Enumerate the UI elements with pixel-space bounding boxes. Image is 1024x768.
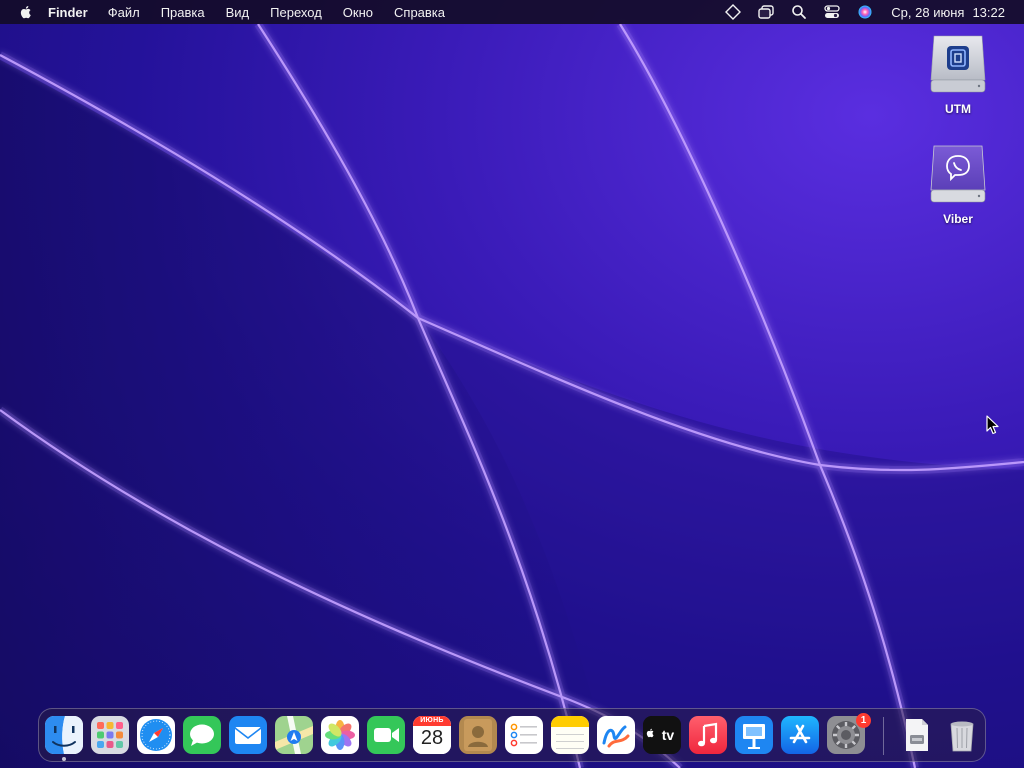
desktop-icon-label: UTM [945,102,971,116]
dock-maps[interactable] [275,716,313,754]
status-area: Ср, 28 июня 13:22 [724,0,1024,24]
dock-notes[interactable] [551,716,589,754]
calendar-day: 28 [420,727,444,749]
control-center-icon[interactable] [823,4,841,20]
photos-icon [321,716,359,754]
dock-app-store[interactable] [781,716,819,754]
music-icon [689,716,727,754]
window-stack-icon[interactable] [757,4,775,20]
dock-reminders[interactable] [505,716,543,754]
safari-icon [137,716,175,754]
dock-calendar[interactable]: ИЮНЬ 28 [413,716,451,754]
viber-disk-icon [930,145,986,203]
menu-bar: Finder Файл Правка Вид Переход Окно Спра… [0,0,1024,24]
dock-music[interactable] [689,716,727,754]
finder-icon [45,716,83,754]
dock-photos[interactable] [321,716,359,754]
mouse-pointer-icon [986,415,999,435]
wallpaper-curves [0,21,1024,768]
dock-messages[interactable] [183,716,221,754]
menu-window[interactable]: Окно [343,5,373,20]
maps-icon [275,716,313,754]
desktop-wallpaper [0,0,1024,768]
tv-label: tv [661,727,675,743]
dock-safari[interactable] [137,716,175,754]
sparkle-diamond-icon[interactable] [724,4,742,20]
dock-contacts[interactable] [459,716,497,754]
downloads-stack-icon [906,719,928,751]
notes-icon [551,716,589,754]
dock-downloads-stack[interactable] [897,716,935,754]
menu-file[interactable]: Файл [108,5,140,20]
menu-help[interactable]: Справка [394,5,445,20]
menu-view[interactable]: Вид [226,5,250,20]
desktop-icon-utm[interactable]: UTM [918,34,998,116]
desktop-icon-viber[interactable]: Viber [918,144,998,226]
desktop-icon-label: Viber [943,212,973,226]
dock-apple-tv[interactable]: tv [643,716,681,754]
dock-finder[interactable] [45,716,83,754]
keynote-icon [735,716,773,754]
messages-icon [183,716,221,754]
reminders-icon [505,716,543,754]
dock: ИЮНЬ 28 tv 1 [38,708,986,762]
dock-keynote[interactable] [735,716,773,754]
siri-icon[interactable] [856,4,874,20]
dock-trash[interactable] [943,716,981,754]
menu-clock[interactable]: Ср, 28 июня 13:22 [891,5,1005,20]
dock-launchpad[interactable] [91,716,129,754]
menu-go[interactable]: Переход [270,5,322,20]
clock-time: 13:22 [972,4,1005,20]
utm-disk-icon [930,35,986,93]
dock-freeform[interactable] [597,716,635,754]
launchpad-icon [91,716,129,754]
search-icon[interactable] [790,4,808,20]
facetime-icon [367,716,405,754]
clock-date: Ср, 28 июня [891,4,965,20]
freeform-icon [597,716,635,754]
calendar-month: ИЮНЬ [420,717,444,724]
notification-badge: 1 [856,713,871,728]
contacts-icon [459,716,497,754]
menu-app-name[interactable]: Finder [48,5,88,20]
dock-mail[interactable] [229,716,267,754]
running-indicator [62,757,66,761]
trash-icon [950,721,974,752]
dock-divider [883,717,884,755]
apple-logo-icon[interactable] [18,4,34,20]
menu-edit[interactable]: Правка [161,5,205,20]
app-store-icon [781,716,819,754]
dock-facetime[interactable] [367,716,405,754]
mail-icon [229,716,267,754]
